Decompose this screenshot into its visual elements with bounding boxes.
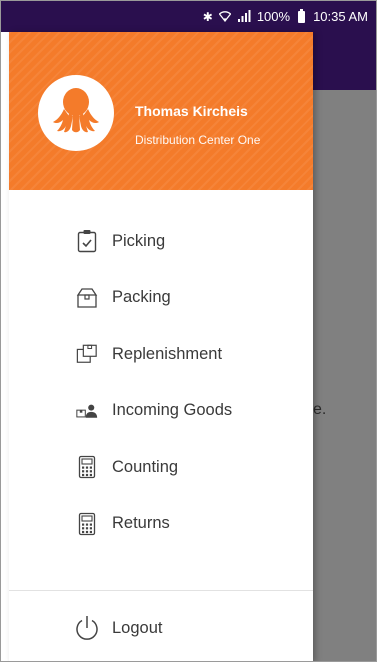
menu-item-label: Counting: [112, 457, 179, 476]
menu-item-label: Incoming Goods: [112, 401, 233, 420]
avatar[interactable]: [38, 75, 114, 151]
delivery-person-icon: [76, 399, 98, 423]
navigation-drawer: Thomas Kircheis Distribution Center One …: [9, 32, 313, 661]
menu-item-label: Returns: [112, 514, 170, 533]
battery-percent: 100%: [256, 9, 291, 24]
wifi-icon: [218, 10, 232, 24]
power-icon: [73, 614, 101, 642]
box-icon: [76, 286, 98, 310]
menu-item-returns[interactable]: Returns: [9, 496, 313, 553]
calculator-icon: [76, 512, 98, 536]
status-time: 10:35 AM: [313, 9, 368, 24]
menu-item-incoming-goods[interactable]: Incoming Goods: [9, 383, 313, 440]
menu-item-packing[interactable]: Packing: [9, 270, 313, 327]
stacked-boxes-icon: [76, 342, 98, 366]
background-text-fragment: e.: [313, 401, 327, 418]
signal-icon: [237, 9, 251, 24]
drawer-header: Thomas Kircheis Distribution Center One: [9, 32, 313, 190]
device-frame: ✱ 100% 10:35 AM e. Thomas Kircheis Distr…: [0, 0, 377, 662]
octopus-logo-icon: [47, 82, 105, 145]
user-location: Distribution Center One: [135, 133, 261, 147]
menu-item-counting[interactable]: Counting: [9, 439, 313, 496]
menu-item-label: Packing: [112, 288, 171, 307]
menu-item-picking[interactable]: Picking: [9, 213, 313, 270]
menu-item-label: Replenishment: [112, 344, 223, 363]
menu-item-replenishment[interactable]: Replenishment: [9, 326, 313, 383]
background-app-bar: [313, 32, 376, 90]
status-bar: ✱ 100% 10:35 AM: [1, 1, 376, 32]
menu-item-label: Picking: [112, 231, 166, 250]
menu-divider: [9, 590, 313, 591]
battery-icon: [298, 8, 306, 23]
drawer-scrim[interactable]: [313, 90, 376, 661]
clipboard-check-icon: [76, 229, 98, 253]
logout-label: Logout: [112, 618, 163, 637]
bluetooth-icon: ✱: [202, 9, 213, 24]
user-name: Thomas Kircheis: [135, 103, 248, 119]
calculator-icon: [76, 455, 98, 479]
drawer-menu: Picking Packing Replenishment Incoming G…: [9, 213, 313, 552]
logout-button[interactable]: Logout: [9, 603, 313, 653]
